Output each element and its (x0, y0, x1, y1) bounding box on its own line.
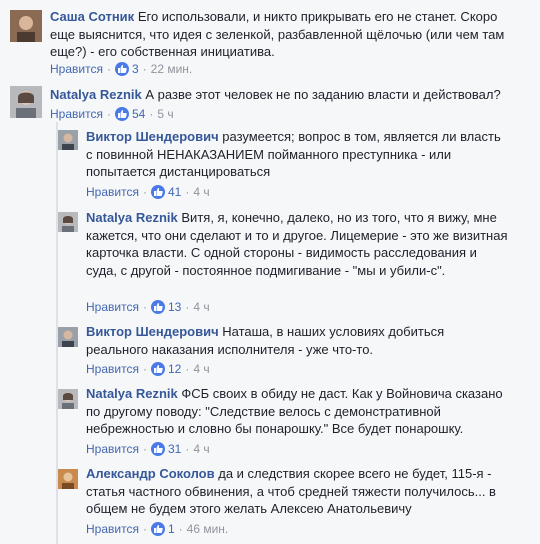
comment-body: Саша Сотник Его использовали, и никто пр… (50, 8, 520, 61)
thumbs-up-icon[interactable] (114, 62, 129, 76)
separator-dot: · (142, 300, 147, 314)
thumbs-up-icon[interactable] (150, 522, 165, 536)
avatar[interactable] (10, 86, 42, 118)
separator-dot: · (142, 185, 147, 199)
separator-dot: · (185, 362, 190, 376)
thumbs-up-icon[interactable] (150, 185, 165, 199)
comment-timestamp[interactable]: 4 ч (193, 184, 209, 200)
avatar[interactable] (58, 469, 78, 489)
thumbs-up-icon[interactable] (150, 362, 165, 376)
separator-dot: · (142, 62, 147, 76)
separator-dot: · (106, 62, 111, 76)
separator-dot: · (142, 442, 147, 456)
like-button[interactable]: Нравится (86, 361, 139, 377)
comment-body: Виктор Шендерович разумеется; вопрос в т… (86, 128, 506, 181)
thumbs-up-icon[interactable] (150, 442, 165, 456)
comment-actions: Нравится · 13 · 4 ч (86, 299, 210, 315)
like-count[interactable]: 41 (168, 184, 181, 200)
avatar[interactable] (10, 10, 42, 42)
separator-dot: · (142, 362, 147, 376)
comment-body: Виктор Шендерович Наташа, в наших услови… (86, 323, 466, 358)
comment-timestamp[interactable]: 4 ч (193, 441, 209, 457)
comment-author[interactable]: Natalya Reznik (86, 386, 178, 401)
comment-timestamp[interactable]: 4 ч (193, 299, 209, 315)
comment-body: Александр Соколов да и следствия скорее … (86, 465, 511, 518)
separator-dot: · (149, 107, 154, 121)
comment-timestamp[interactable]: 22 мин. (151, 61, 193, 77)
avatar[interactable] (58, 389, 78, 409)
comment-actions: Нравится · 12 · 4 ч (86, 361, 210, 377)
comment-author[interactable]: Natalya Reznik (50, 87, 142, 102)
separator-dot: · (142, 522, 147, 536)
comment-author[interactable]: Александр Соколов (86, 466, 215, 481)
comment-body: Natalya Reznik Витя, я, конечно, далеко,… (86, 209, 511, 279)
like-button[interactable]: Нравится (50, 106, 103, 122)
like-count[interactable]: 31 (168, 441, 181, 457)
like-count[interactable]: 1 (168, 521, 175, 537)
like-count[interactable]: 12 (168, 361, 181, 377)
separator-dot: · (185, 300, 190, 314)
separator-dot: · (185, 442, 190, 456)
like-button[interactable]: Нравится (50, 61, 103, 77)
comment-body: Natalya Reznik ФСБ своих в обиду не даст… (86, 385, 506, 438)
separator-dot: · (185, 185, 190, 199)
thumbs-up-icon[interactable] (114, 107, 129, 121)
comment-author[interactable]: Natalya Reznik (86, 210, 178, 225)
avatar[interactable] (58, 212, 78, 232)
separator-dot: · (106, 107, 111, 121)
comment-actions: Нравится · 1 · 46 мин. (86, 521, 228, 537)
comment-actions: Нравится · 3 · 22 мин. (50, 61, 192, 77)
thumbs-up-icon[interactable] (150, 300, 165, 314)
comment-timestamp[interactable]: 46 мин. (187, 521, 229, 537)
comment-author[interactable]: Виктор Шендерович (86, 324, 219, 339)
comment-thread: Саша Сотник Его использовали, и никто пр… (0, 0, 540, 544)
comment-actions: Нравится · 41 · 4 ч (86, 184, 210, 200)
like-button[interactable]: Нравится (86, 299, 139, 315)
like-count[interactable]: 13 (168, 299, 181, 315)
separator-dot: · (178, 522, 183, 536)
avatar[interactable] (58, 327, 78, 347)
like-count[interactable]: 54 (132, 106, 145, 122)
comment-body: Natalya Reznik А разве этот человек не п… (50, 86, 530, 104)
comment-timestamp[interactable]: 4 ч (193, 361, 209, 377)
comment-actions: Нравится · 54 · 5 ч (50, 106, 174, 122)
like-button[interactable]: Нравится (86, 184, 139, 200)
comment-actions: Нравится · 31 · 4 ч (86, 441, 210, 457)
comment-author[interactable]: Саша Сотник (50, 9, 134, 24)
like-count[interactable]: 3 (132, 61, 139, 77)
avatar[interactable] (58, 130, 78, 150)
comment-author[interactable]: Виктор Шендерович (86, 129, 219, 144)
like-button[interactable]: Нравится (86, 441, 139, 457)
comment-text: А разве этот человек не по заданию власт… (145, 87, 501, 102)
comment-timestamp[interactable]: 5 ч (157, 106, 173, 122)
like-button[interactable]: Нравится (86, 521, 139, 537)
